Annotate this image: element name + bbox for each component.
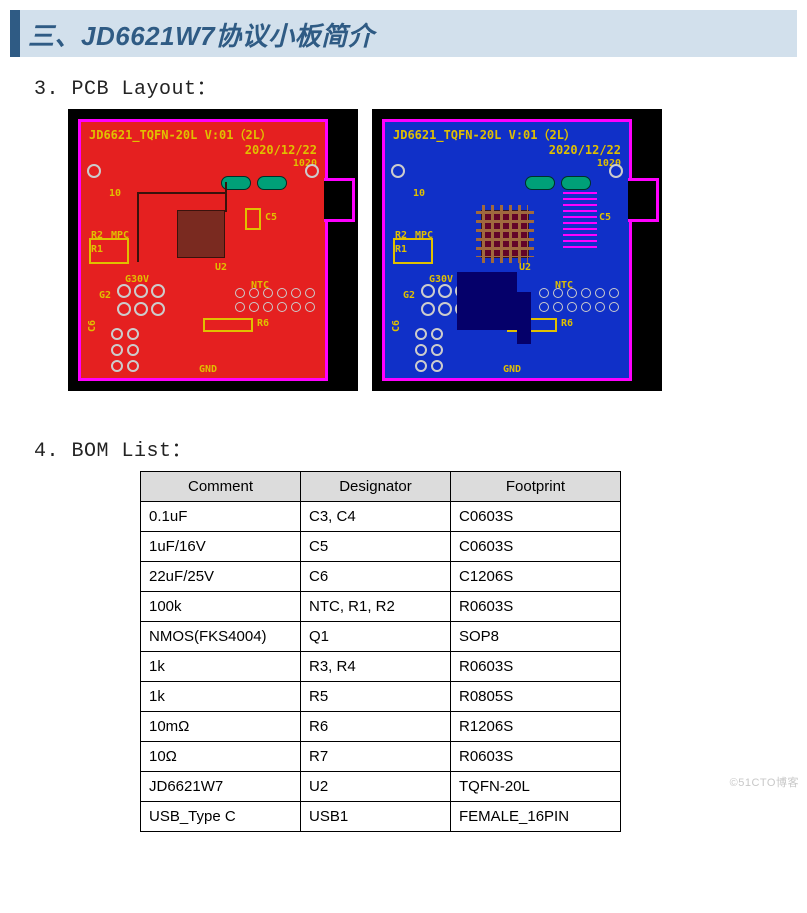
table-row: 1uF/16VC5C0603S <box>141 532 621 562</box>
board-tab-2 <box>628 178 659 222</box>
table-cell: 22uF/25V <box>141 562 301 592</box>
table-header-row: Comment Designator Footprint <box>141 472 621 502</box>
table-row: 1kR5R0805S <box>141 682 621 712</box>
table-cell: R0603S <box>451 742 621 772</box>
table-row: USB_Type CUSB1FEMALE_16PIN <box>141 802 621 832</box>
table-cell: C6 <box>301 562 451 592</box>
table-cell: R5 <box>301 682 451 712</box>
table-row: JD6621W7U2TQFN-20L <box>141 772 621 802</box>
table-row: 0.1uFC3, C4C0603S <box>141 502 621 532</box>
col-comment: Comment <box>141 472 301 502</box>
c5-label: C5 <box>265 212 277 223</box>
table-cell: SOP8 <box>451 622 621 652</box>
table-cell: C3, C4 <box>301 502 451 532</box>
pcb-bottom-layer: JD6621_TQFN-20L V:01（2L） 2020/12/22 1020… <box>372 109 662 391</box>
table-cell: C1206S <box>451 562 621 592</box>
table-cell: R0603S <box>451 592 621 622</box>
hatch-region <box>563 192 597 252</box>
pcb-layout-row: JD6621_TQFN-20L V:01（2L） 2020/12/22 10 20… <box>68 109 807 391</box>
col-footprint: Footprint <box>451 472 621 502</box>
table-cell: JD6621W7 <box>141 772 301 802</box>
table-cell: NTC, R1, R2 <box>301 592 451 622</box>
chip-u2 <box>177 210 225 258</box>
table-cell: 1uF/16V <box>141 532 301 562</box>
chip-u2-bottom <box>481 210 529 258</box>
c6-label: C6 <box>87 320 98 332</box>
table-row: 22uF/25VC6C1206S <box>141 562 621 592</box>
ten-label: 10 <box>109 188 121 199</box>
bom-table-wrap: Comment Designator Footprint 0.1uFC3, C4… <box>140 471 807 832</box>
table-cell: C0603S <box>451 532 621 562</box>
table-row: 10mΩR6R1206S <box>141 712 621 742</box>
table-cell: R0805S <box>451 682 621 712</box>
pcb-date-2: 2020/12/22 <box>549 143 621 157</box>
table-cell: Q1 <box>301 622 451 652</box>
section-title: 三、JD6621W7协议小板简介 <box>28 16 789 53</box>
table-cell: FEMALE_16PIN <box>451 802 621 832</box>
pcb-date-1: 2020/12/22 <box>245 143 317 157</box>
section-title-bar: 三、JD6621W7协议小板简介 <box>10 10 797 57</box>
gnd-label: GND <box>199 364 217 375</box>
bom-list-label: 4. BOM List： <box>34 433 807 463</box>
u2-label: U2 <box>215 262 227 273</box>
table-cell: 1k <box>141 682 301 712</box>
col-designator: Designator <box>301 472 451 502</box>
table-cell: R3, R4 <box>301 652 451 682</box>
table-cell: TQFN-20L <box>451 772 621 802</box>
pcb-layout-label: 3. PCB Layout： <box>34 71 807 101</box>
table-cell: 10Ω <box>141 742 301 772</box>
table-cell: 0.1uF <box>141 502 301 532</box>
table-row: 100kNTC, R1, R2R0603S <box>141 592 621 622</box>
table-row: 1kR3, R4R0603S <box>141 652 621 682</box>
table-row: NMOS(FKS4004)Q1SOP8 <box>141 622 621 652</box>
table-cell: U2 <box>301 772 451 802</box>
pcb-title-2: JD6621_TQFN-20L V:01（2L） <box>393 126 576 143</box>
table-cell: C0603S <box>451 502 621 532</box>
table-cell: R1206S <box>451 712 621 742</box>
table-row: 10ΩR7R0603S <box>141 742 621 772</box>
table-cell: R6 <box>301 712 451 742</box>
c5-label2: C5 <box>599 212 611 223</box>
table-cell: 1k <box>141 652 301 682</box>
table-cell: USB_Type C <box>141 802 301 832</box>
g2-label: G2 <box>99 290 111 301</box>
bom-table: Comment Designator Footprint 0.1uFC3, C4… <box>140 471 621 832</box>
pcb-title-1: JD6621_TQFN-20L V:01（2L） <box>89 126 272 143</box>
table-cell: R0603S <box>451 652 621 682</box>
table-cell: R7 <box>301 742 451 772</box>
table-cell: C5 <box>301 532 451 562</box>
table-cell: USB1 <box>301 802 451 832</box>
table-cell: 10mΩ <box>141 712 301 742</box>
r6-label: R6 <box>257 318 269 329</box>
watermark: ©51CTO博客 <box>730 774 799 790</box>
pcb-top-layer: JD6621_TQFN-20L V:01（2L） 2020/12/22 1020… <box>68 109 358 391</box>
board-tab <box>324 178 355 222</box>
table-cell: 100k <box>141 592 301 622</box>
table-cell: NMOS(FKS4004) <box>141 622 301 652</box>
